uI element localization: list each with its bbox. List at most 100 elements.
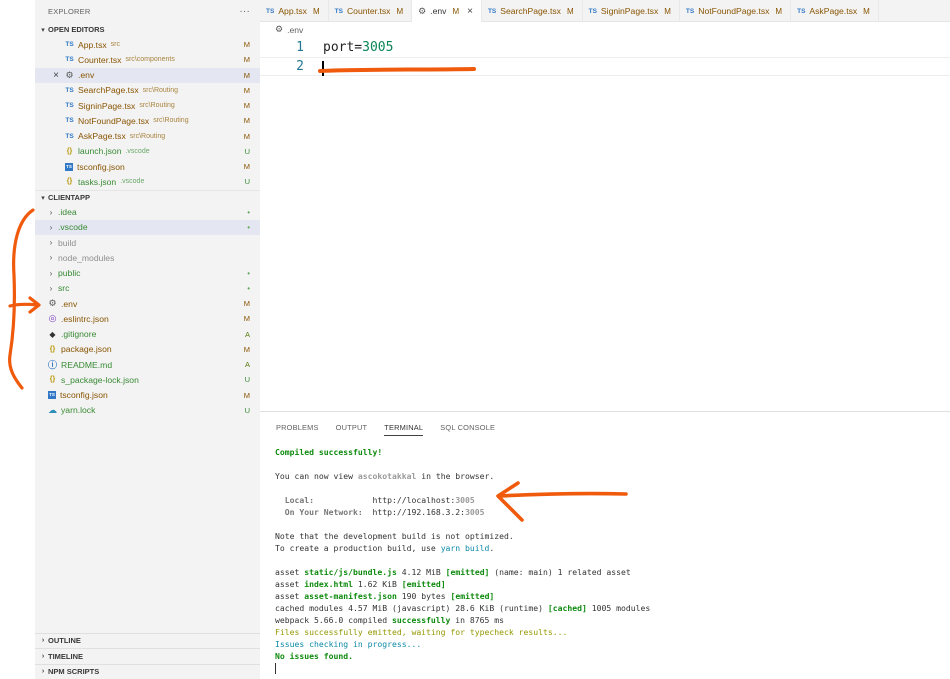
editor-tab[interactable]: TS App.tsx M bbox=[260, 0, 329, 22]
file-item[interactable]: TS tsconfig.json M bbox=[35, 388, 260, 403]
terminal-line: No issues found. bbox=[275, 651, 353, 661]
tab-label: Counter.tsx bbox=[346, 6, 391, 16]
git-status-badge: M bbox=[243, 85, 250, 95]
open-editor-item[interactable]: TS AskPage.tsx src\Routing M bbox=[35, 129, 260, 144]
open-editor-item[interactable]: TS NotFoundPage.tsx src\Routing M bbox=[35, 113, 260, 128]
info-icon: ⓘ bbox=[47, 360, 57, 371]
npm-scripts-label: NPM SCRIPTS bbox=[48, 667, 100, 677]
open-editor-item[interactable]: {} tasks.json .vscode U bbox=[35, 174, 260, 189]
tab-output[interactable]: OUTPUT bbox=[336, 419, 368, 435]
git-status-badge: • bbox=[247, 222, 250, 232]
open-editor-item[interactable]: {} launch.json .vscode U bbox=[35, 144, 260, 159]
breadcrumb[interactable]: ⚙ .env bbox=[275, 24, 303, 35]
outline-header[interactable]: › OUTLINE bbox=[35, 632, 260, 649]
line-number: 2 bbox=[296, 59, 304, 74]
tab-sql-console[interactable]: SQL CONSOLE bbox=[440, 419, 495, 435]
tab-problems[interactable]: PROBLEMS bbox=[276, 419, 319, 435]
file-item[interactable]: {} package.json M bbox=[35, 342, 260, 357]
more-actions-icon[interactable]: ··· bbox=[239, 6, 250, 17]
file-name: tsconfig.json bbox=[60, 390, 108, 401]
clientapp-header[interactable]: ▾ CLIENTAPP bbox=[35, 189, 260, 205]
git-icon: ◆ bbox=[49, 329, 56, 339]
git-status-badge: U bbox=[244, 375, 250, 385]
git-status-badge: M bbox=[243, 131, 250, 141]
explorer-header: EXPLORER ··· bbox=[35, 0, 260, 22]
file-item[interactable]: ☁ yarn.lock U bbox=[35, 403, 260, 418]
editor-tab-bar: TS App.tsx M TS Counter.tsx M ⚙ .env M × TS SearchP… bbox=[260, 0, 950, 22]
git-status-badge: U bbox=[244, 405, 250, 415]
chevron-right-icon: › bbox=[41, 637, 45, 645]
terminal-line: cached modules 4.57 MiB (javascript) 28.… bbox=[275, 603, 651, 613]
code-editor[interactable]: 1 port=3005 2 bbox=[260, 37, 950, 407]
close-icon[interactable]: × bbox=[49, 70, 63, 81]
editor-tab[interactable]: TS Counter.tsx M bbox=[329, 0, 413, 22]
editor-tab[interactable]: TS AskPage.tsx M bbox=[791, 0, 879, 22]
open-editor-item[interactable]: TS Counter.tsx src\components M bbox=[35, 52, 260, 67]
folder-item[interactable]: › .idea • bbox=[35, 205, 260, 220]
line-content[interactable]: port=3005 bbox=[323, 40, 393, 55]
file-name: s_package-lock.json bbox=[61, 374, 139, 385]
file-path: src\Routing bbox=[129, 132, 166, 140]
editor-tab[interactable]: ⚙ .env M × bbox=[412, 0, 482, 22]
git-status-badge: A bbox=[244, 329, 250, 339]
tsconfig-icon: TS bbox=[48, 391, 56, 400]
open-editor-item[interactable]: TS SearchPage.tsx src\Routing M bbox=[35, 83, 260, 98]
tab-terminal[interactable]: TERMINAL bbox=[384, 419, 424, 436]
editor-tab[interactable]: TS NotFoundPage.tsx M bbox=[680, 0, 792, 22]
terminal-output[interactable]: Compiled successfully! You can now view … bbox=[275, 446, 650, 674]
code-line-1[interactable]: 1 port=3005 bbox=[260, 38, 950, 57]
terminal-line: webpack 5.66.0 compiled successfully in … bbox=[275, 615, 505, 625]
folder-item[interactable]: › src • bbox=[35, 281, 260, 296]
typescript-icon: TS bbox=[65, 41, 74, 49]
timeline-label: TIMELINE bbox=[48, 651, 83, 661]
npm-scripts-header[interactable]: › NPM SCRIPTS bbox=[35, 663, 260, 679]
chevron-right-icon: › bbox=[41, 652, 45, 660]
typescript-icon: TS bbox=[797, 7, 806, 15]
folder-item[interactable]: › public • bbox=[35, 266, 260, 281]
typescript-icon: TS bbox=[65, 102, 74, 110]
open-editors-header[interactable]: ▾ OPEN EDITORS bbox=[35, 22, 260, 37]
chevron-down-icon: ▾ bbox=[41, 194, 45, 202]
folder-item[interactable]: › node_modules bbox=[35, 250, 260, 265]
file-item[interactable]: ◆ .gitignore A bbox=[35, 327, 260, 342]
chevron-right-icon: › bbox=[49, 222, 53, 232]
project-tree: › .idea • › .vscode • › build › node_modules › publ… bbox=[35, 205, 260, 419]
editor-tab[interactable]: TS SigninPage.tsx M bbox=[583, 0, 680, 22]
gear-icon: ⚙ bbox=[65, 69, 74, 80]
folder-item[interactable]: › .vscode • bbox=[35, 219, 260, 235]
chevron-right-icon: › bbox=[41, 668, 45, 676]
open-editor-item[interactable]: TS App.tsx src M bbox=[35, 37, 260, 52]
open-editor-item[interactable]: × ⚙ .env M bbox=[35, 67, 260, 83]
tab-modified-badge: M bbox=[396, 6, 404, 16]
file-item[interactable]: ⓘ README.md A bbox=[35, 357, 260, 372]
terminal-cursor bbox=[275, 663, 276, 674]
open-editors-list: TS App.tsx src M TS Counter.tsx src\components… bbox=[35, 37, 260, 190]
typescript-icon: TS bbox=[65, 117, 74, 125]
file-item[interactable]: ⚙ .env M bbox=[35, 296, 260, 311]
chevron-right-icon: › bbox=[49, 253, 53, 263]
tab-modified-badge: M bbox=[775, 6, 783, 16]
file-name: tsconfig.json bbox=[77, 161, 125, 172]
git-status-badge: • bbox=[247, 283, 250, 293]
close-icon[interactable]: × bbox=[467, 6, 473, 17]
outline-label: OUTLINE bbox=[48, 636, 81, 646]
json-icon: {} bbox=[66, 147, 73, 155]
folder-name: build bbox=[58, 237, 77, 248]
timeline-header[interactable]: › TIMELINE bbox=[35, 648, 260, 664]
file-path: src bbox=[110, 41, 121, 49]
open-editor-item[interactable]: TS tsconfig.json M bbox=[35, 159, 260, 174]
chevron-right-icon: › bbox=[49, 283, 53, 293]
editor-tab[interactable]: TS SearchPage.tsx M bbox=[482, 0, 583, 22]
code-line-2[interactable]: 2 bbox=[260, 57, 950, 76]
file-item[interactable]: {} s_package-lock.json U bbox=[35, 372, 260, 387]
terminal-prompt[interactable] bbox=[275, 662, 650, 674]
folder-item[interactable]: › build bbox=[35, 235, 260, 250]
git-status-badge: A bbox=[244, 360, 250, 370]
folder-name: .vscode bbox=[58, 222, 88, 233]
git-status-badge: M bbox=[243, 101, 250, 111]
tab-label: NotFoundPage.tsx bbox=[698, 6, 770, 16]
file-item[interactable]: ◎ .eslintrc.json M bbox=[35, 311, 260, 326]
file-name: SigninPage.tsx bbox=[78, 100, 136, 111]
open-editor-item[interactable]: TS SigninPage.tsx src\Routing M bbox=[35, 98, 260, 113]
breadcrumb-file[interactable]: .env bbox=[287, 25, 303, 35]
